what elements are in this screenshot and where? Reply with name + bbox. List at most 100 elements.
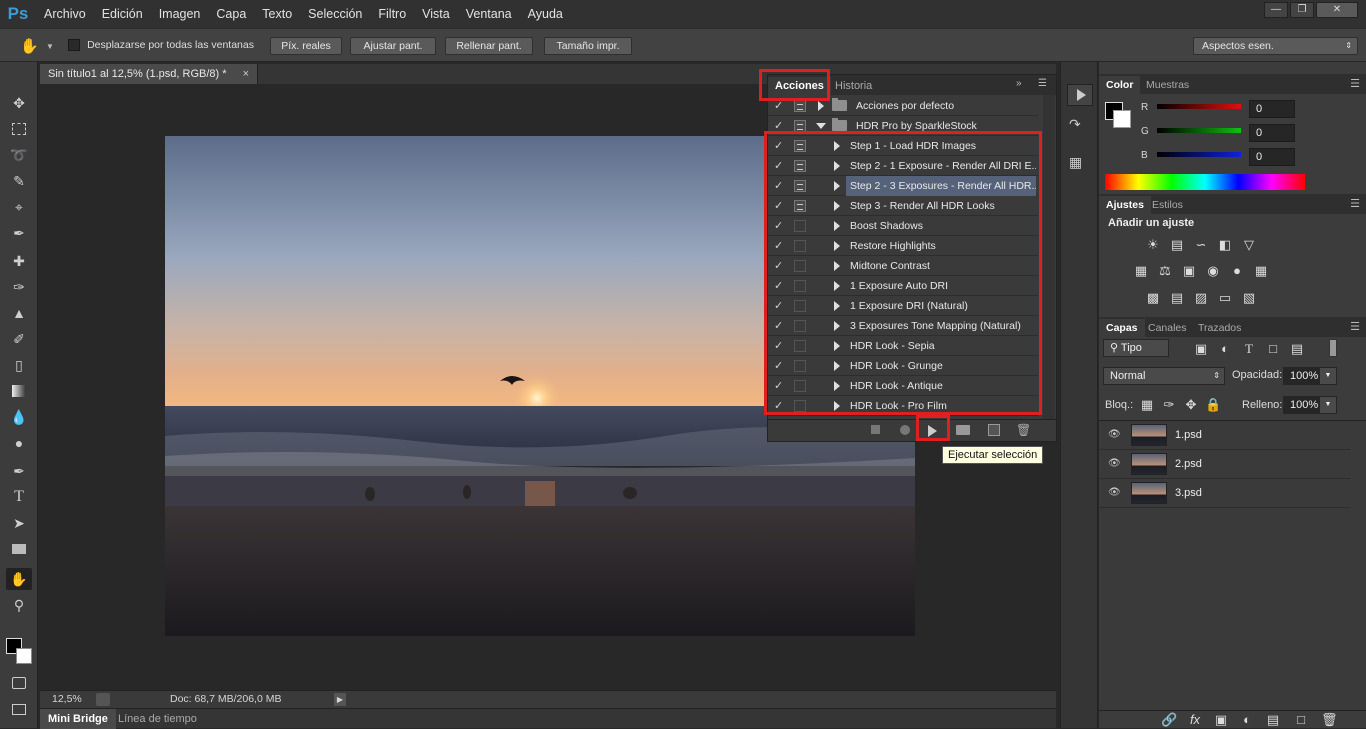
toggle-check-icon[interactable]: ✓ — [774, 100, 786, 112]
menu-texto[interactable]: Texto — [254, 0, 300, 28]
filter-toggle[interactable] — [1329, 339, 1337, 357]
quick-mask-icon[interactable] — [6, 672, 32, 694]
menu-imagen[interactable]: Imagen — [151, 0, 209, 28]
hue-saturation-icon[interactable]: ▦ — [1133, 263, 1149, 279]
quick-selection-tool-icon[interactable]: ✎ — [6, 170, 32, 192]
channel-mixer-icon[interactable]: ● — [1229, 263, 1245, 279]
opacity-field[interactable]: 100% ▼ — [1283, 367, 1337, 385]
eyedropper-tool-icon[interactable]: ✒ — [6, 222, 32, 244]
dodge-tool-icon[interactable]: ● — [6, 432, 32, 454]
color-balance-icon[interactable]: ⚖ — [1157, 263, 1173, 279]
hand-tool-icon[interactable]: ✋ — [20, 37, 39, 55]
eye-icon[interactable]: 👁 — [1108, 488, 1121, 498]
adjustment-layer-filter-icon[interactable]: ◐ — [1217, 341, 1233, 357]
menu-edicion[interactable]: Edición — [94, 0, 151, 28]
channel-value-field[interactable]: 0 — [1249, 124, 1295, 142]
tab-color[interactable]: Color — [1099, 76, 1141, 94]
lasso-tool-icon[interactable]: ➰ — [6, 144, 32, 166]
color-lookup-icon[interactable]: ▦ — [1253, 263, 1269, 279]
link-layers-icon[interactable]: 🔗 — [1161, 712, 1177, 728]
history-brush-tool-icon[interactable]: ✐ — [6, 328, 32, 350]
actual-pixels-button[interactable]: Píx. reales — [270, 37, 342, 55]
layer-mask-icon[interactable]: ▣ — [1213, 712, 1229, 728]
channel-slider[interactable] — [1157, 128, 1241, 133]
gradient-map-icon[interactable]: ▧ — [1241, 290, 1257, 306]
color-background-swatch[interactable] — [1113, 110, 1131, 128]
actions-scrollbar[interactable] — [1043, 95, 1055, 419]
menu-ayuda[interactable]: Ayuda — [520, 0, 571, 28]
menu-archivo[interactable]: Archivo — [36, 0, 94, 28]
new-group-icon[interactable]: ▤ — [1265, 712, 1281, 728]
layer-row[interactable]: 👁 2.psd — [1099, 450, 1350, 479]
lock-all-icon[interactable]: 🔒 — [1205, 397, 1221, 413]
tab-capas[interactable]: Capas — [1099, 319, 1145, 337]
exposure-icon[interactable]: ◧ — [1217, 237, 1233, 253]
scroll-all-windows-checkbox[interactable]: Desplazarse por todas las ventanas — [68, 39, 254, 52]
marquee-tool-icon[interactable] — [6, 118, 32, 140]
tab-trazados[interactable]: Trazados — [1191, 319, 1248, 337]
adjustment-layer-icon[interactable]: ◐ — [1239, 712, 1255, 728]
tab-muestras[interactable]: Muestras — [1139, 76, 1196, 94]
background-color-swatch[interactable] — [16, 648, 32, 664]
minimize-button[interactable]: — — [1264, 2, 1288, 18]
delete-icon[interactable]: 🗑 — [1016, 423, 1031, 437]
gradient-tool-icon[interactable] — [6, 380, 32, 402]
layer-style-icon[interactable]: fx — [1187, 712, 1203, 728]
close-tab-icon[interactable]: × — [243, 64, 249, 84]
status-menu-icon[interactable] — [96, 693, 110, 706]
channel-value-field[interactable]: 0 — [1249, 148, 1295, 166]
smart-object-filter-icon[interactable]: ▤ — [1289, 341, 1305, 357]
layer-row[interactable]: 👁 3.psd — [1099, 479, 1350, 508]
lock-image-icon[interactable]: ✑ — [1161, 397, 1177, 413]
clone-stamp-tool-icon[interactable]: ▲ — [6, 302, 32, 324]
collapse-icon[interactable]: » — [1016, 78, 1022, 89]
threshold-icon[interactable]: ▨ — [1193, 290, 1209, 306]
menu-capa[interactable]: Capa — [208, 0, 254, 28]
layer-row[interactable]: 👁 1.psd — [1099, 421, 1350, 450]
actions-panel-button[interactable] — [1067, 84, 1093, 106]
restore-button[interactable]: ❐ — [1290, 2, 1314, 18]
shape-layer-filter-icon[interactable]: □ — [1265, 341, 1281, 357]
menu-seleccion[interactable]: Selección — [300, 0, 370, 28]
tab-canales[interactable]: Canales — [1141, 319, 1194, 337]
channel-slider[interactable] — [1157, 104, 1241, 109]
brush-tool-icon[interactable]: ✑ — [6, 276, 32, 298]
stop-icon[interactable] — [871, 425, 880, 434]
invert-icon[interactable]: ▩ — [1145, 290, 1161, 306]
new-layer-icon[interactable]: □ — [1293, 712, 1309, 728]
eraser-tool-icon[interactable]: ▯ — [6, 354, 32, 376]
history-panel-icon[interactable]: ↷ — [1069, 116, 1081, 133]
menu-vista[interactable]: Vista — [414, 0, 458, 28]
fill-screen-button[interactable]: Rellenar pant. — [445, 37, 533, 55]
fit-screen-button[interactable]: Ajustar pant. — [350, 37, 436, 55]
move-tool-icon[interactable]: ✥ — [6, 92, 32, 114]
posterize-icon[interactable]: ▤ — [1169, 290, 1185, 306]
dialog-toggle-icon[interactable] — [794, 100, 806, 112]
photo-filter-icon[interactable]: ◉ — [1205, 263, 1221, 279]
screen-mode-icon[interactable] — [6, 698, 32, 720]
layer-filter-dropdown[interactable]: ⚲ Tipo — [1103, 339, 1169, 357]
menu-filtro[interactable]: Filtro — [370, 0, 414, 28]
brightness-icon[interactable]: ☀ — [1145, 237, 1161, 253]
eye-icon[interactable]: 👁 — [1108, 430, 1121, 440]
black-white-icon[interactable]: ▣ — [1181, 263, 1197, 279]
tab-timeline[interactable]: Línea de tiempo — [110, 709, 205, 729]
path-selection-tool-icon[interactable]: ➤ — [6, 512, 32, 534]
color-spectrum-bar[interactable] — [1105, 174, 1305, 190]
curves-icon[interactable]: ∽ — [1193, 237, 1209, 253]
tool-preset-dropdown-icon[interactable]: ▼ — [46, 42, 54, 51]
panel-menu-icon[interactable]: ☰ — [1038, 78, 1047, 89]
hand-tool-icon[interactable]: ✋ — [6, 568, 32, 590]
record-icon[interactable] — [900, 425, 910, 435]
vibrance-icon[interactable]: ▽ — [1241, 237, 1257, 253]
type-tool-icon[interactable]: T — [6, 486, 32, 508]
tab-historia[interactable]: Historia — [828, 77, 879, 95]
panel-menu-icon[interactable]: ☰ — [1350, 77, 1360, 90]
pen-tool-icon[interactable]: ✒ — [6, 460, 32, 482]
status-arrow-icon[interactable]: ▶ — [334, 693, 346, 706]
new-action-icon[interactable] — [988, 424, 1000, 436]
panel-menu-icon[interactable]: ☰ — [1350, 197, 1360, 210]
zoom-tool-icon[interactable]: ⚲ — [6, 594, 32, 616]
fill-field[interactable]: 100% ▼ — [1283, 396, 1337, 414]
eye-icon[interactable]: 👁 — [1108, 459, 1121, 469]
